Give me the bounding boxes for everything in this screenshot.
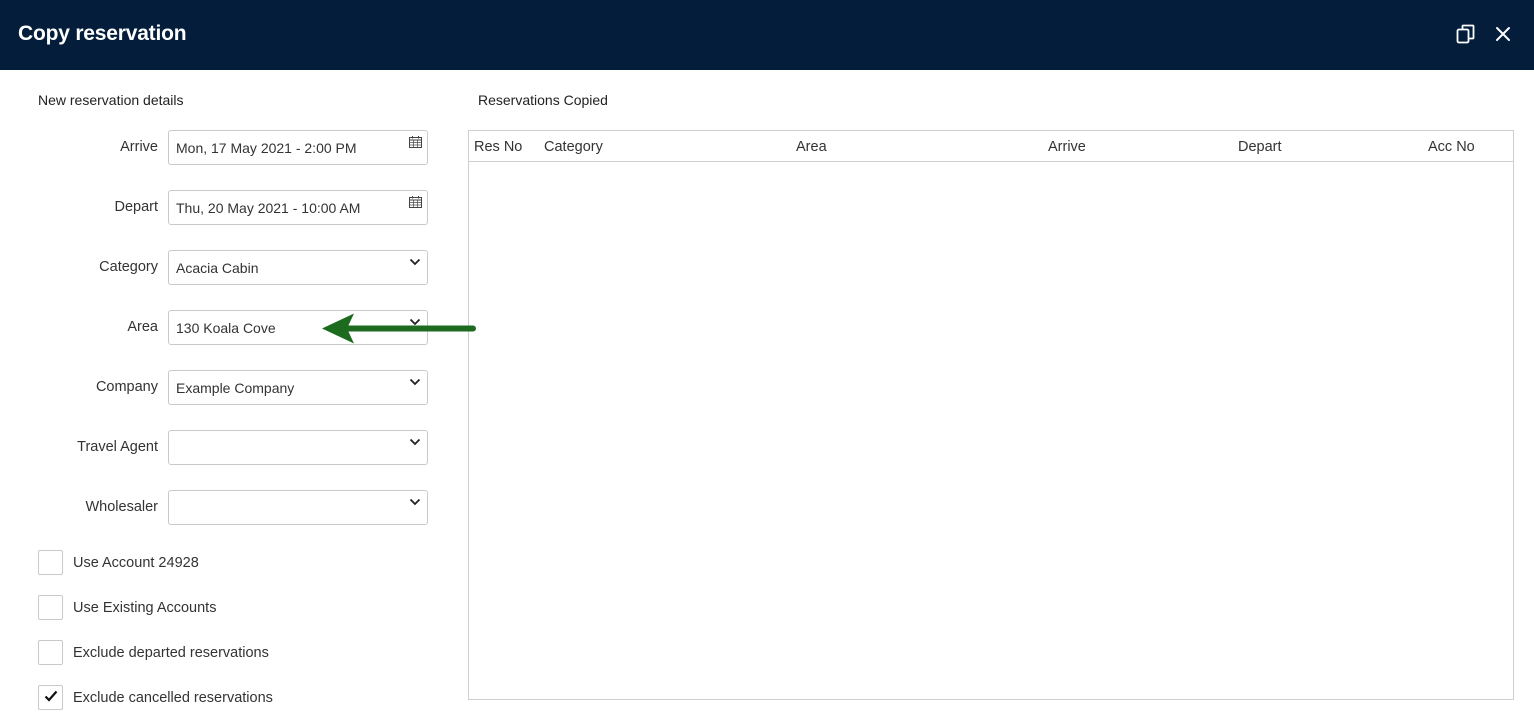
category-value: Acacia Cabin [176,260,259,276]
column-header-area[interactable]: Area [796,139,827,155]
travel-agent-label: Travel Agent [77,439,158,455]
copy-window-button[interactable] [1454,24,1478,48]
dialog-title-bar: Copy reservation [0,0,1534,70]
calendar-icon[interactable] [408,135,422,149]
column-header-arrive[interactable]: Arrive [1048,139,1086,155]
area-label: Area [127,319,158,335]
reservations-copied-heading: Reservations Copied [478,92,608,108]
table-header: Res No Category Area Arrive Depart Acc N… [469,131,1513,162]
depart-label: Depart [114,199,158,215]
travel-agent-select[interactable] [168,430,428,465]
exclude-departed-checkbox[interactable] [38,640,63,665]
use-account-checkbox-row[interactable]: Use Account 24928 [38,550,199,575]
dialog-title: Copy reservation [18,22,187,45]
wholesaler-select[interactable] [168,490,428,525]
depart-value: Thu, 20 May 2021 - 10:00 AM [176,200,361,216]
category-select[interactable]: Acacia Cabin [168,250,428,285]
chevron-down-icon[interactable] [408,255,422,269]
close-icon [1494,25,1512,48]
checkmark-icon [44,689,58,707]
new-reservation-details-heading: New reservation details [38,92,184,108]
depart-date-input[interactable]: Thu, 20 May 2021 - 10:00 AM [168,190,428,225]
chevron-down-icon[interactable] [408,375,422,389]
exclude-cancelled-label: Exclude cancelled reservations [73,689,273,706]
annotation-arrow-icon [318,312,480,351]
use-existing-accounts-checkbox[interactable] [38,595,63,620]
exclude-departed-checkbox-row[interactable]: Exclude departed reservations [38,640,269,665]
chevron-down-icon[interactable] [408,435,422,449]
arrive-value: Mon, 17 May 2021 - 2:00 PM [176,140,357,156]
arrive-label: Arrive [120,139,158,155]
exclude-departed-label: Exclude departed reservations [73,644,269,661]
area-value: 130 Koala Cove [176,320,276,336]
close-button[interactable] [1491,24,1515,48]
calendar-icon[interactable] [408,195,422,209]
category-label: Category [99,259,158,275]
column-header-category[interactable]: Category [544,139,603,155]
arrive-date-input[interactable]: Mon, 17 May 2021 - 2:00 PM [168,130,428,165]
company-label: Company [95,379,158,395]
chevron-down-icon[interactable] [408,495,422,509]
use-existing-accounts-checkbox-row[interactable]: Use Existing Accounts [38,595,216,620]
exclude-cancelled-checkbox[interactable] [38,685,63,710]
exclude-cancelled-checkbox-row[interactable]: Exclude cancelled reservations [38,685,273,710]
column-header-depart[interactable]: Depart [1238,139,1282,155]
use-account-label: Use Account 24928 [73,554,199,571]
reservations-copied-table: Res No Category Area Arrive Depart Acc N… [468,130,1514,700]
use-existing-accounts-label: Use Existing Accounts [73,599,217,616]
column-header-acc-no[interactable]: Acc No [1428,139,1475,155]
copy-icon [1455,23,1477,50]
wholesaler-label: Wholesaler [85,499,158,515]
use-account-checkbox[interactable] [38,550,63,575]
company-value: Example Company [176,380,295,396]
company-select[interactable]: Example Company [168,370,428,405]
column-header-res-no[interactable]: Res No [474,139,522,155]
